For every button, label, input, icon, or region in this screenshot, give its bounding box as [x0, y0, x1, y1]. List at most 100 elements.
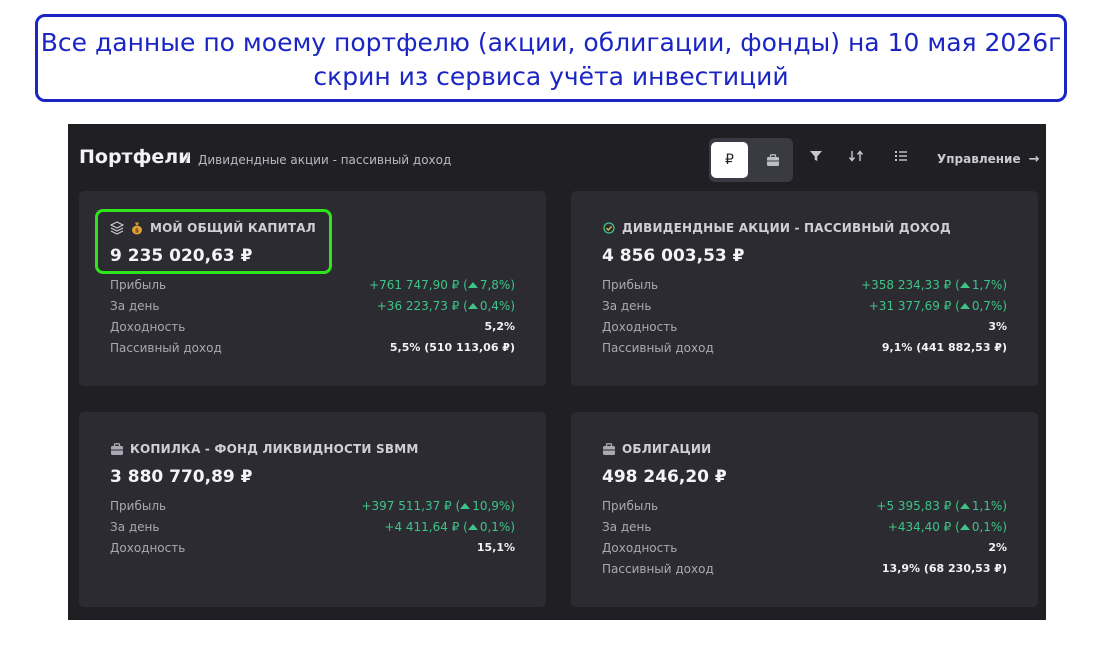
sort-button[interactable] — [847, 146, 867, 166]
filter-button[interactable] — [806, 146, 826, 166]
metric-value: 9,1% (441 882,53 ₽) — [881, 341, 1007, 354]
metric-amount: +358 234,33 ₽ ( — [861, 278, 960, 292]
metric-percent: 1,7%) — [971, 278, 1007, 292]
metric-row-passive-income: Пассивный доход 9,1% (441 882,53 ₽) — [602, 341, 1007, 362]
breadcrumb[interactable]: Дивидендные акции - пассивный доход — [198, 153, 451, 167]
metric-amount: +434,40 ₽ ( — [887, 520, 960, 534]
page-title: Портфели — [79, 146, 192, 168]
metric-value: +36 223,73 ₽ (0,4%) — [377, 299, 515, 313]
metric-value: 15,1% — [476, 541, 515, 554]
metric-amount: +397 511,37 ₽ ( — [361, 499, 461, 513]
triangle-up-icon — [959, 303, 970, 309]
card-title: ОБЛИГАЦИИ — [602, 442, 711, 456]
portfolio-card-liquidity-fund[interactable]: КОПИЛКА - ФОНД ЛИКВИДНОСТИ SBMM 3 880 77… — [79, 412, 546, 607]
metric-row-day: За день +36 223,73 ₽ (0,4%) — [110, 299, 515, 320]
card-total-value: 498 246,20 ₽ — [602, 467, 727, 487]
ruble-icon: ₽ — [725, 152, 734, 168]
metric-label: Пассивный доход — [602, 341, 714, 355]
portfolio-card-bonds[interactable]: ОБЛИГАЦИИ 498 246,20 ₽ Прибыль +5 395,83… — [571, 412, 1038, 607]
svg-text:$: $ — [135, 228, 139, 235]
metric-value: 13,9% (68 230,53 ₽) — [881, 562, 1007, 575]
metric-amount: +4 411,64 ₽ ( — [384, 520, 468, 534]
banner-line-2: скрин из сервиса учёта инвестиций — [313, 62, 789, 91]
portfolio-app: Портфели / Дивидендные акции - пассивный… — [68, 124, 1046, 620]
briefcase-view-button[interactable] — [754, 142, 791, 178]
metric-label: За день — [110, 520, 160, 534]
card-title-text: МОЙ ОБЩИЙ КАПИТАЛ — [150, 221, 316, 235]
metric-percent: 7,8%) — [479, 278, 515, 292]
metric-label: Прибыль — [110, 278, 167, 292]
annotation-banner: Все данные по моему портфелю (акции, обл… — [35, 14, 1067, 102]
metric-percent: 1,1%) — [971, 499, 1007, 513]
metric-row-yield: Доходность 3% — [602, 320, 1007, 341]
metric-row-yield: Доходность 5,2% — [110, 320, 515, 341]
metric-row-passive-income: Пассивный доход 5,5% (510 113,06 ₽) — [110, 341, 515, 362]
metric-value: 5,5% (510 113,06 ₽) — [389, 341, 515, 354]
triangle-up-icon — [959, 524, 970, 530]
metric-percent: 10,9%) — [472, 499, 515, 513]
currency-toggle: ₽ — [709, 138, 793, 182]
list-icon — [895, 151, 907, 161]
metric-amount: +761 747,90 ₽ ( — [369, 278, 468, 292]
metric-label: Прибыль — [602, 499, 659, 513]
metric-label: Пассивный доход — [110, 341, 222, 355]
breadcrumb-separator: / — [185, 151, 190, 166]
card-metrics: Прибыль +397 511,37 ₽ ( 10,9%) За день +4… — [110, 499, 515, 562]
list-view-button[interactable] — [891, 146, 911, 166]
metric-row-profit: Прибыль +397 511,37 ₽ ( 10,9%) — [110, 499, 515, 520]
portfolio-card-dividend-stocks[interactable]: ДИВИДЕНДНЫЕ АКЦИИ - ПАССИВНЫЙ ДОХОД 4 85… — [571, 191, 1038, 386]
triangle-up-icon — [959, 282, 970, 288]
triangle-up-icon — [467, 524, 478, 530]
arrow-right-icon: → — [1028, 152, 1040, 167]
card-metrics: Прибыль +5 395,83 ₽ ( 1,1%) За день +434,… — [602, 499, 1007, 583]
metric-label: Прибыль — [602, 278, 659, 292]
metric-value: +397 511,37 ₽ ( 10,9%) — [361, 499, 515, 513]
metric-value: 2% — [988, 541, 1007, 554]
metric-label: Доходность — [110, 541, 186, 555]
money-bag-icon: $ — [130, 221, 144, 235]
metric-label: За день — [602, 520, 652, 534]
card-title-text: ОБЛИГАЦИИ — [622, 442, 712, 456]
portfolio-card-total-capital[interactable]: $ МОЙ ОБЩИЙ КАПИТАЛ 9 235 020,63 ₽ Прибы… — [79, 191, 546, 386]
metric-label: Прибыль — [110, 499, 167, 513]
metric-amount: +31 377,69 ₽ ( — [868, 299, 960, 313]
metric-row-profit: Прибыль +358 234,33 ₽ ( 1,7%) — [602, 278, 1007, 299]
check-circle-icon — [602, 221, 616, 235]
sort-icon — [848, 150, 864, 162]
manage-label: Управление — [937, 152, 1021, 166]
metric-row-yield: Доходность 15,1% — [110, 541, 515, 562]
card-title: КОПИЛКА - ФОНД ЛИКВИДНОСТИ SBMM — [110, 442, 419, 456]
rub-currency-button[interactable]: ₽ — [711, 142, 748, 178]
metric-amount: +5 395,83 ₽ ( — [876, 499, 960, 513]
briefcase-icon — [766, 153, 779, 166]
metric-value: +4 411,64 ₽ ( 0,1%) — [384, 520, 515, 534]
metric-percent: 0,1%) — [479, 520, 515, 534]
manage-button[interactable]: Управление → — [937, 152, 1040, 167]
briefcase-icon — [110, 442, 124, 456]
card-total-value: 9 235 020,63 ₽ — [110, 246, 253, 266]
triangle-up-icon — [959, 503, 970, 509]
metric-row-day: За день +434,40 ₽ ( 0,1%) — [602, 520, 1007, 541]
page-header: Портфели / Дивидендные акции - пассивный… — [79, 138, 1046, 182]
layers-icon — [110, 221, 124, 235]
metric-row-profit: Прибыль +761 747,90 ₽ ( 7,8%) — [110, 278, 515, 299]
metric-row-yield: Доходность 2% — [602, 541, 1007, 562]
metric-label: Доходность — [602, 320, 678, 334]
card-total-value: 3 880 770,89 ₽ — [110, 467, 253, 487]
card-metrics: Прибыль +358 234,33 ₽ ( 1,7%) За день +31… — [602, 278, 1007, 362]
metric-value: +31 377,69 ₽ ( 0,7%) — [869, 299, 1007, 313]
metric-label: Пассивный доход — [602, 562, 714, 576]
metric-row-day: За день +4 411,64 ₽ ( 0,1%) — [110, 520, 515, 541]
card-title: $ МОЙ ОБЩИЙ КАПИТАЛ — [110, 221, 316, 235]
triangle-up-icon — [467, 303, 478, 309]
metric-amount: +36 223,73 ₽ ( — [376, 299, 468, 313]
card-title: ДИВИДЕНДНЫЕ АКЦИИ - ПАССИВНЫЙ ДОХОД — [602, 221, 951, 235]
card-total-value: 4 856 003,53 ₽ — [602, 246, 745, 266]
metric-row-passive-income: Пассивный доход 13,9% (68 230,53 ₽) — [602, 562, 1007, 583]
metric-percent: 0,1%) — [971, 520, 1007, 534]
metric-value: +434,40 ₽ ( 0,1%) — [888, 520, 1007, 534]
metric-percent: 0,7%) — [971, 299, 1007, 313]
metric-value: 3% — [988, 320, 1007, 333]
metric-label: За день — [602, 299, 652, 313]
card-title-text: КОПИЛКА - ФОНД ЛИКВИДНОСТИ SBMM — [130, 442, 419, 456]
